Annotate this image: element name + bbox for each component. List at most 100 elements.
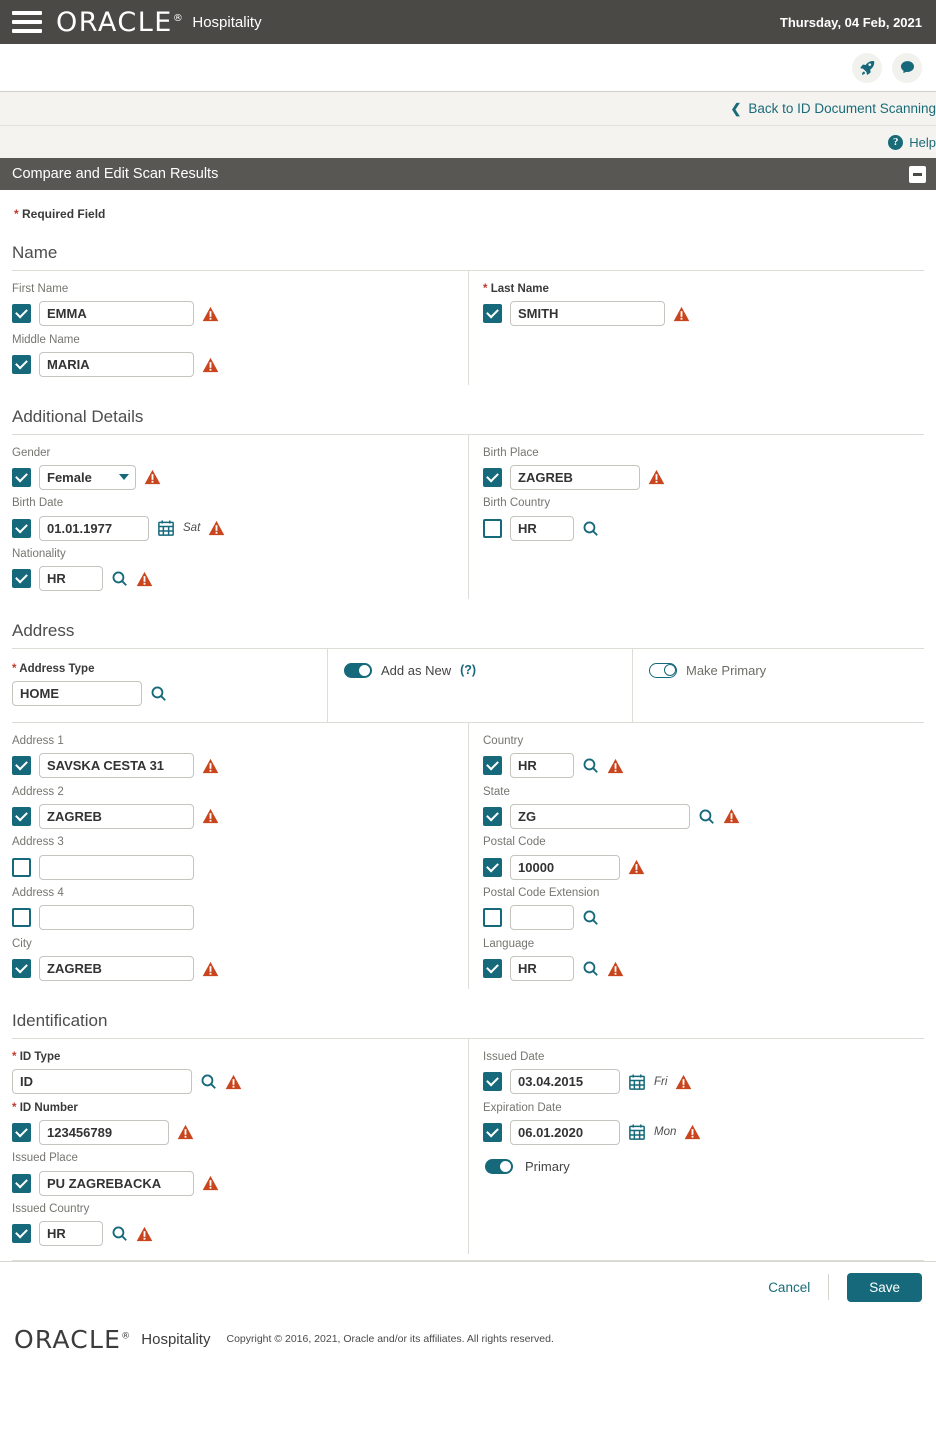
address-2-input[interactable]: [39, 803, 194, 829]
issued-date-input[interactable]: [510, 1069, 620, 1095]
gender-select[interactable]: Female: [39, 464, 136, 490]
issued-date-checkbox[interactable]: [483, 1072, 502, 1092]
address-type-search-icon[interactable]: [150, 685, 167, 702]
address-3-input[interactable]: [39, 854, 194, 880]
language-warning-icon[interactable]: [607, 961, 624, 977]
nationality-warning-icon[interactable]: [136, 571, 153, 587]
hamburger-menu-icon[interactable]: [12, 11, 42, 33]
city-warning-icon[interactable]: [202, 961, 219, 977]
nationality-input[interactable]: [39, 566, 103, 592]
calendar-icon[interactable]: [628, 1073, 646, 1091]
issued-date-day-label: Fri: [654, 1075, 668, 1088]
address-1-checkbox[interactable]: [12, 756, 31, 776]
last-name-warning-icon[interactable]: [673, 306, 690, 322]
address-4-input[interactable]: [39, 905, 194, 931]
city-input[interactable]: [39, 956, 194, 982]
language-search-icon[interactable]: [582, 960, 599, 977]
first-name-input[interactable]: [39, 301, 194, 327]
address-4-checkbox[interactable]: [12, 908, 31, 928]
expiration-date-input[interactable]: [510, 1119, 620, 1145]
birth-place-checkbox[interactable]: [483, 467, 502, 487]
cancel-button[interactable]: Cancel: [750, 1280, 828, 1295]
primary-toggle[interactable]: [485, 1158, 513, 1174]
save-button[interactable]: Save: [847, 1272, 922, 1302]
issued-place-input[interactable]: [39, 1170, 194, 1196]
address-1-warning-icon[interactable]: [202, 758, 219, 774]
last-name-input[interactable]: [510, 301, 665, 327]
issued-place-checkbox[interactable]: [12, 1173, 31, 1193]
state-checkbox[interactable]: [483, 806, 502, 826]
gender-checkbox[interactable]: [12, 467, 31, 487]
gender-warning-icon[interactable]: [144, 469, 161, 485]
id-number-label: * ID Number: [12, 1102, 458, 1116]
id-type-search-icon[interactable]: [200, 1073, 217, 1090]
address-type-cell: * Address Type: [12, 649, 327, 722]
birth-country-input[interactable]: [510, 515, 574, 541]
postal-code-warning-icon[interactable]: [628, 859, 645, 875]
id-type-warning-icon[interactable]: [225, 1074, 242, 1090]
birth-country-checkbox[interactable]: [483, 518, 502, 538]
city-checkbox[interactable]: [12, 959, 31, 979]
country-search-icon[interactable]: [582, 757, 599, 774]
middle-name-warning-icon[interactable]: [202, 357, 219, 373]
language-checkbox[interactable]: [483, 959, 502, 979]
postal-code-extension-input[interactable]: [510, 905, 574, 931]
issued-date-warning-icon[interactable]: [675, 1074, 692, 1090]
country-input[interactable]: [510, 753, 574, 779]
issued-country-input[interactable]: [39, 1221, 103, 1247]
address-1-input[interactable]: [39, 753, 194, 779]
id-type-input[interactable]: [12, 1069, 192, 1095]
last-name-checkbox[interactable]: [483, 304, 502, 324]
address-2-warning-icon[interactable]: [202, 808, 219, 824]
birth-country-search-icon[interactable]: [582, 520, 599, 537]
issued-place-warning-icon[interactable]: [202, 1175, 219, 1191]
id-number-input[interactable]: [39, 1119, 169, 1145]
state-warning-icon[interactable]: [723, 808, 740, 824]
nationality-search-icon[interactable]: [111, 570, 128, 587]
state-search-icon[interactable]: [698, 808, 715, 825]
middle-name-input[interactable]: [39, 352, 194, 378]
middle-name-label: Middle Name: [12, 333, 80, 346]
birth-place-warning-icon[interactable]: [648, 469, 665, 485]
address-3-checkbox[interactable]: [12, 857, 31, 877]
address-type-input[interactable]: [12, 681, 142, 707]
expiration-date-warning-icon[interactable]: [684, 1124, 701, 1140]
address-fields-columns: Address 1 Address 2: [12, 722, 924, 989]
issued-country-checkbox[interactable]: [12, 1224, 31, 1244]
language-input[interactable]: [510, 956, 574, 982]
rocket-icon[interactable]: [852, 52, 882, 83]
address-2-checkbox[interactable]: [12, 806, 31, 826]
birth-date-warning-icon[interactable]: [208, 520, 225, 536]
chat-bubble-icon[interactable]: [892, 52, 922, 83]
id-number-checkbox[interactable]: [12, 1122, 31, 1142]
expiration-date-checkbox[interactable]: [483, 1122, 502, 1142]
postal-code-input[interactable]: [510, 854, 620, 880]
nationality-checkbox[interactable]: [12, 569, 31, 589]
middle-name-checkbox[interactable]: [12, 355, 31, 375]
state-input[interactable]: [510, 803, 690, 829]
birth-date-input[interactable]: [39, 515, 149, 541]
back-to-id-document-scanning-link[interactable]: ❮ Back to ID Document Scanning: [730, 101, 936, 117]
calendar-icon[interactable]: [157, 519, 175, 537]
minus-icon[interactable]: [909, 165, 926, 183]
country-warning-icon[interactable]: [607, 758, 624, 774]
back-navigation-strip: ❮ Back to ID Document Scanning: [0, 92, 936, 126]
postal-code-extension-search-icon[interactable]: [582, 909, 599, 926]
add-as-new-toggle[interactable]: [344, 662, 372, 678]
postal-code-extension-checkbox[interactable]: [483, 908, 502, 928]
calendar-icon[interactable]: [628, 1123, 646, 1141]
issued-country-search-icon[interactable]: [111, 1225, 128, 1242]
first-name-checkbox[interactable]: [12, 304, 31, 324]
postal-code-checkbox[interactable]: [483, 857, 502, 877]
oracle-logo: ORACLE®: [56, 9, 184, 36]
field-gender: Gender Female: [12, 447, 458, 492]
birth-place-input[interactable]: [510, 464, 640, 490]
first-name-warning-icon[interactable]: [202, 306, 219, 322]
issued-country-warning-icon[interactable]: [136, 1226, 153, 1242]
add-as-new-help-icon[interactable]: (?): [460, 663, 476, 677]
id-number-warning-icon[interactable]: [177, 1124, 194, 1140]
birth-date-checkbox[interactable]: [12, 518, 31, 538]
help-link[interactable]: ? Help: [888, 134, 936, 150]
country-checkbox[interactable]: [483, 756, 502, 776]
make-primary-toggle[interactable]: [649, 662, 677, 678]
